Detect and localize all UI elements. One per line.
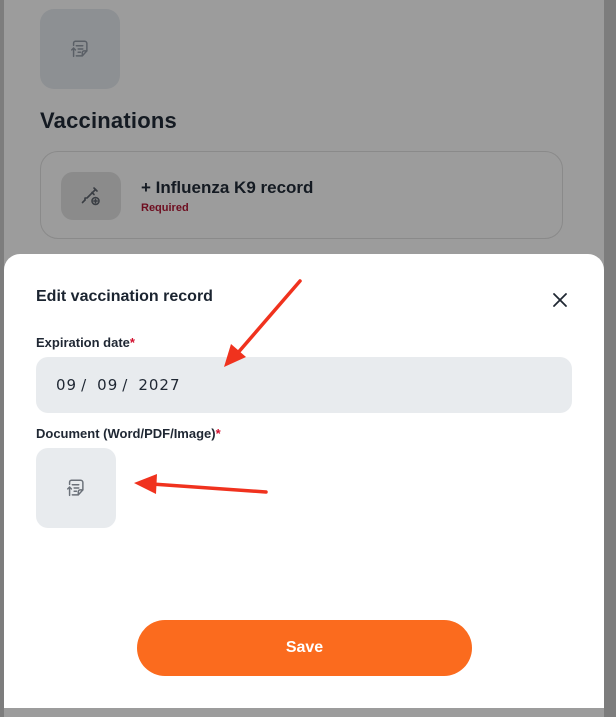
expiration-date-input[interactable]: 09 / 09 / 2027: [36, 357, 572, 413]
record-card-title: + Influenza K9 record: [141, 178, 314, 197]
document-label: Document (Word/PDF/Image)*: [36, 426, 221, 441]
background-upload-tile: [40, 9, 120, 89]
close-icon: [553, 293, 567, 307]
date-year[interactable]: 2027: [138, 376, 180, 394]
expiration-date-label: Expiration date*: [36, 335, 135, 350]
syringe-add-icon: [81, 187, 100, 206]
date-separator: /: [81, 376, 88, 394]
required-label: Required: [141, 202, 189, 214]
document-label-text: Document (Word/PDF/Image): [36, 426, 216, 441]
required-asterisk: *: [215, 426, 221, 441]
expiration-date-label-text: Expiration date: [36, 335, 130, 350]
date-month[interactable]: 09: [56, 376, 77, 394]
date-day[interactable]: 09: [97, 376, 118, 394]
date-separator: /: [122, 376, 129, 394]
edit-vaccination-modal: Edit vaccination record Expiration date*…: [4, 254, 604, 708]
card-icon-tile: [61, 172, 121, 220]
document-upload-button[interactable]: [36, 448, 116, 528]
document-upload-icon: [67, 479, 84, 497]
required-asterisk: *: [129, 335, 135, 350]
close-button[interactable]: [548, 288, 572, 312]
vaccinations-heading: Vaccinations: [40, 108, 177, 133]
modal-title: Edit vaccination record: [36, 288, 213, 305]
save-button[interactable]: Save: [137, 620, 472, 676]
influenza-record-card[interactable]: + Influenza K9 record Required: [40, 151, 563, 239]
document-upload-icon: [71, 40, 88, 58]
